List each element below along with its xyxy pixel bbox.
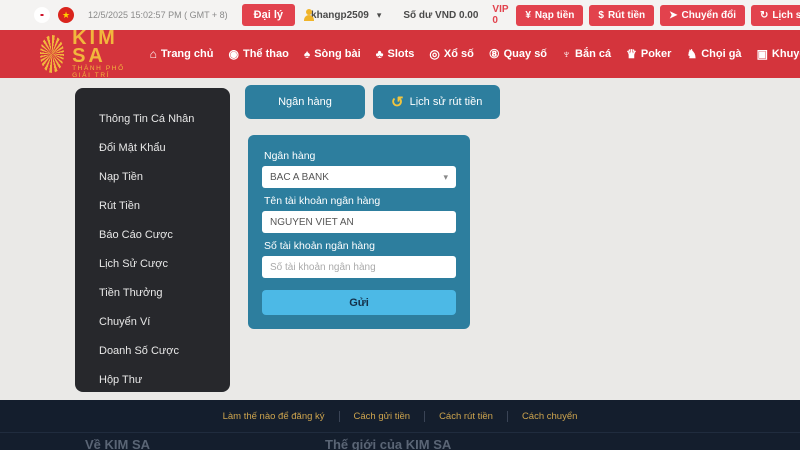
tab-bank[interactable]: Ngân hàng — [245, 85, 365, 119]
sidebar-item-change-password[interactable]: Đổi Mật Khẩu — [75, 133, 230, 162]
cards-icon: ♠ — [304, 47, 310, 61]
nav-label: Khuyến mãi — [772, 48, 800, 60]
username[interactable]: khangp2509 — [311, 10, 369, 21]
select-chevron-icon: ▾ — [443, 172, 448, 183]
tab-withdraw-history[interactable]: ↺ Lịch sử rút tiền — [373, 85, 500, 119]
rooster-icon: ♞ — [686, 47, 697, 61]
nav-item-home[interactable]: ⌂ Trang chủ — [150, 47, 214, 61]
sidebar-item-bonus[interactable]: Tiền Thưởng — [75, 278, 230, 307]
footer-world-title: Thế giới của KIM SA — [325, 437, 451, 450]
account-sidebar: Thông Tin Cá Nhân Đổi Mật Khẩu Nạp Tiền … — [75, 88, 230, 392]
nav-label: Slots — [388, 48, 415, 60]
deposit-label: Nạp tiền — [535, 10, 574, 21]
nav-item-cockfight[interactable]: ♞ Chọi gà — [686, 47, 741, 61]
server-timestamp: 12/5/2025 15:02:57 PM ( GMT + 8) — [88, 10, 228, 20]
account-name-label: Tên tài khoản ngân hàng — [264, 195, 456, 207]
sidebar-item-bet-report[interactable]: Báo Cáo Cược — [75, 220, 230, 249]
sidebar-item-deposit[interactable]: Nạp Tiền — [75, 162, 230, 191]
brand-logo[interactable]: KIM SA THÀNH PHỐ GIẢI TRÍ — [40, 29, 132, 79]
number-eight-icon: ⑧ — [489, 47, 500, 61]
bank-label: Ngân hàng — [264, 150, 456, 162]
nav-menu: ⌂ Trang chủ ◉ Thể thao ♠ Sòng bài ♣ Slot… — [150, 47, 800, 61]
nav-item-casino[interactable]: ♠ Sòng bài — [304, 47, 361, 61]
lottery-ball-icon: ◎ — [429, 47, 439, 61]
footer-links: Làm thế nào để đăng ký Cách gửi tiền Các… — [0, 400, 800, 433]
fish-icon: ♆ — [562, 47, 571, 61]
sidebar-item-withdraw[interactable]: Rút Tiền — [75, 191, 230, 220]
history-icon: ↻ — [760, 10, 768, 21]
deposit-button[interactable]: ¥ Nạp tiền — [516, 5, 583, 26]
sunburst-logo-icon — [40, 35, 64, 73]
agent-button[interactable]: Đại lý — [242, 4, 295, 26]
content-area: Thông Tin Cá Nhân Đổi Mật Khẩu Nạp Tiền … — [0, 78, 800, 400]
nav-label: Poker — [641, 48, 672, 60]
nav-label: Trang chủ — [161, 48, 214, 60]
balance-label: Số dư VND 0.00 — [403, 10, 478, 21]
nav-item-sports[interactable]: ◉ Thể thao — [228, 47, 288, 61]
footer-about-title: Về KIM SA — [85, 437, 150, 450]
sidebar-item-wallet-transfer[interactable]: Chuyển Ví — [75, 307, 230, 336]
sidebar-item-bet-history[interactable]: Lịch Sử Cược — [75, 249, 230, 278]
withdraw-tabs: Ngân hàng ↺ Lịch sử rút tiền — [245, 85, 500, 119]
gift-icon: ▣ — [757, 47, 768, 61]
nav-label: Thể thao — [243, 48, 289, 60]
nav-label: Xổ số — [444, 48, 474, 60]
brand-title: KIM SA — [72, 29, 132, 65]
nav-label: Quay số — [504, 48, 547, 60]
uk-flag-icon[interactable] — [34, 7, 50, 23]
chevron-down-icon[interactable]: ▾ — [377, 10, 382, 21]
nav-item-slots[interactable]: ♣ Slots — [376, 47, 415, 61]
crown-icon: ♛ — [626, 47, 637, 61]
topbar-actions: ¥ Nạp tiền $ Rút tiền ➤ Chuyển đổi ↻ Lịc… — [516, 5, 800, 26]
bank-select[interactable]: BAC A BANK ▾ — [262, 166, 456, 188]
history-label: Lịch sử — [772, 10, 800, 21]
withdraw-icon: $ — [598, 10, 604, 21]
transfer-icon: ➤ — [669, 10, 677, 21]
footer: Làm thế nào để đăng ký Cách gửi tiền Các… — [0, 400, 800, 450]
nav-label: Sòng bài — [314, 48, 360, 60]
withdraw-button[interactable]: $ Rút tiền — [589, 5, 654, 26]
nav-item-poker[interactable]: ♛ Poker — [626, 47, 671, 61]
footer-link-how-to-transfer[interactable]: Cách chuyển — [507, 411, 591, 422]
bank-select-value: BAC A BANK — [270, 172, 329, 183]
cherries-icon: ♣ — [376, 47, 384, 61]
home-icon: ⌂ — [150, 47, 157, 61]
tab-label: Lịch sử rút tiền — [410, 96, 483, 108]
top-utility-bar: ★ 12/5/2025 15:02:57 PM ( GMT + 8) Đại l… — [0, 0, 800, 30]
transfer-button[interactable]: ➤ Chuyển đổi — [660, 5, 745, 26]
footer-link-how-to-deposit[interactable]: Cách gửi tiền — [339, 411, 425, 422]
brand-subtitle: THÀNH PHỐ GIẢI TRÍ — [72, 65, 132, 79]
account-number-input[interactable] — [262, 256, 456, 278]
vip-badge: VIP 0 — [492, 4, 508, 26]
submit-button[interactable]: Gửi — [262, 290, 456, 315]
nav-label: Bắn cá — [575, 48, 611, 60]
main-nav: KIM SA THÀNH PHỐ GIẢI TRÍ ⌂ Trang chủ ◉ … — [0, 30, 800, 78]
footer-link-how-to-register[interactable]: Làm thế nào để đăng ký — [209, 411, 339, 422]
withdraw-label: Rút tiền — [608, 10, 645, 21]
sidebar-item-profile[interactable]: Thông Tin Cá Nhân — [75, 104, 230, 133]
transfer-label: Chuyển đổi — [682, 10, 736, 21]
nav-item-promotions[interactable]: ▣ Khuyến mãi HOT — [757, 47, 800, 61]
account-name-input[interactable] — [262, 211, 456, 233]
nav-item-numbers[interactable]: ⑧ Quay số — [489, 47, 547, 61]
nav-item-lottery[interactable]: ◎ Xổ số — [429, 47, 473, 61]
soccer-ball-icon: ◉ — [228, 47, 238, 61]
deposit-icon: ¥ — [525, 10, 531, 21]
sidebar-item-inbox[interactable]: Hộp Thư — [75, 365, 230, 394]
footer-link-how-to-withdraw[interactable]: Cách rút tiền — [424, 411, 507, 422]
bank-form-panel: Ngân hàng BAC A BANK ▾ Tên tài khoản ngâ… — [248, 135, 470, 329]
nav-item-fishing[interactable]: ♆ Bắn cá — [562, 47, 611, 61]
account-number-label: Số tài khoản ngân hàng — [264, 240, 456, 252]
history-arrow-icon: ↺ — [391, 93, 404, 111]
sidebar-item-turnover[interactable]: Doanh Số Cược — [75, 336, 230, 365]
vn-flag-icon[interactable]: ★ — [58, 7, 74, 23]
history-button[interactable]: ↻ Lịch sử — [751, 5, 800, 26]
nav-label: Chọi gà — [701, 48, 741, 60]
